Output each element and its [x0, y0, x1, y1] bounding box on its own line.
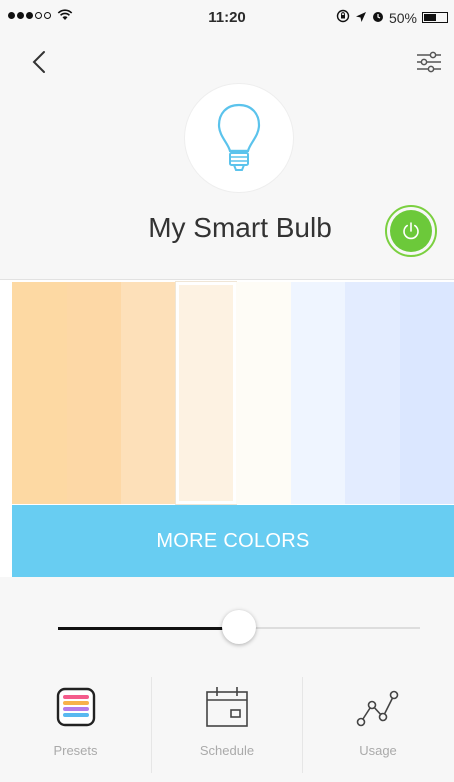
brightness-slider-thumb[interactable] — [222, 610, 256, 644]
power-button[interactable] — [385, 205, 437, 257]
status-bar: 11:20 50% — [0, 0, 454, 36]
tab-presets[interactable]: Presets — [0, 677, 151, 773]
device-header: My Smart Bulb — [0, 36, 454, 280]
color-swatch[interactable] — [345, 282, 400, 504]
rotation-lock-icon — [336, 9, 350, 26]
tab-schedule-label: Schedule — [199, 743, 255, 758]
status-right: 50% — [336, 9, 448, 26]
settings-button[interactable] — [416, 50, 442, 74]
calendar-icon — [204, 685, 250, 729]
color-swatches — [12, 282, 454, 504]
color-swatch[interactable] — [290, 282, 345, 504]
bulb-icon — [217, 103, 261, 171]
color-swatch[interactable] — [121, 282, 176, 504]
device-icon-circle — [185, 84, 293, 192]
device-name: My Smart Bulb — [148, 212, 332, 243]
tab-usage[interactable]: Usage — [302, 677, 453, 773]
more-colors-button[interactable]: MORE COLORS — [12, 505, 454, 577]
back-button[interactable] — [26, 48, 54, 76]
chevron-left-icon — [32, 51, 45, 73]
brightness-slider[interactable] — [58, 610, 420, 644]
color-swatch[interactable] — [236, 282, 291, 504]
battery-percent: 50% — [388, 9, 417, 26]
power-icon — [403, 222, 419, 240]
tab-presets-label: Presets — [53, 743, 98, 758]
tab-usage-label: Usage — [359, 743, 397, 758]
usage-graph-icon — [355, 685, 401, 729]
brightness-slider-fill — [58, 626, 239, 630]
alarm-icon — [372, 10, 384, 26]
battery-icon — [422, 12, 448, 23]
bottom-panel: Presets Schedule Usage — [0, 577, 454, 782]
color-swatch[interactable] — [175, 282, 236, 504]
sliders-icon — [417, 51, 441, 73]
color-swatch[interactable] — [12, 282, 67, 504]
tab-schedule[interactable]: Schedule — [151, 677, 302, 773]
color-swatch[interactable] — [399, 282, 454, 504]
presets-icon — [56, 685, 96, 729]
color-swatch[interactable] — [66, 282, 121, 504]
power-button-inner — [390, 210, 432, 252]
location-icon — [355, 10, 367, 26]
bottom-tabs: Presets Schedule Usage — [0, 677, 454, 773]
